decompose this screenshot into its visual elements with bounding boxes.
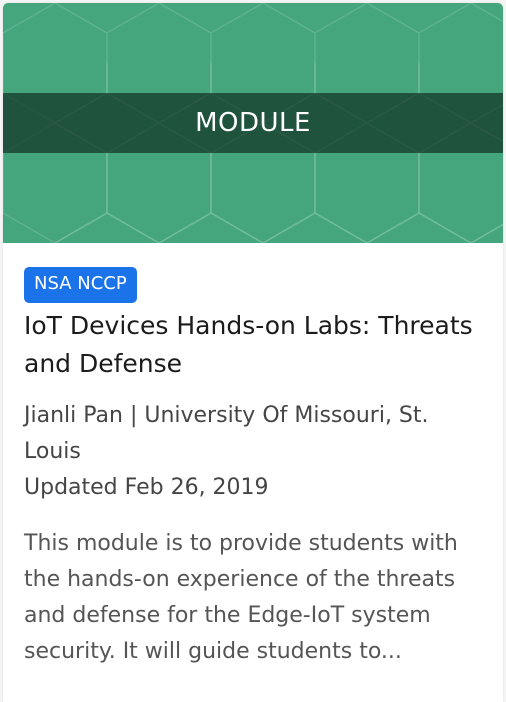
category-badge: NSA NCCP	[24, 267, 137, 303]
card-title[interactable]: IoT Devices Hands-on Labs: Threats and D…	[24, 307, 484, 383]
card-banner: MODULE	[3, 3, 503, 243]
module-card[interactable]: MODULE NSA NCCP IoT Devices Hands-on Lab…	[3, 3, 503, 702]
banner-label-strip: MODULE	[3, 93, 503, 153]
updated-date: Updated Feb 26, 2019	[24, 475, 269, 500]
card-body: NSA NCCP IoT Devices Hands-on Labs: Thre…	[24, 267, 484, 670]
card-description: This module is to provide students with …	[24, 531, 458, 664]
author-affiliation: Jianli Pan | University Of Missouri, St.…	[24, 403, 429, 464]
module-type-label: MODULE	[195, 108, 311, 138]
